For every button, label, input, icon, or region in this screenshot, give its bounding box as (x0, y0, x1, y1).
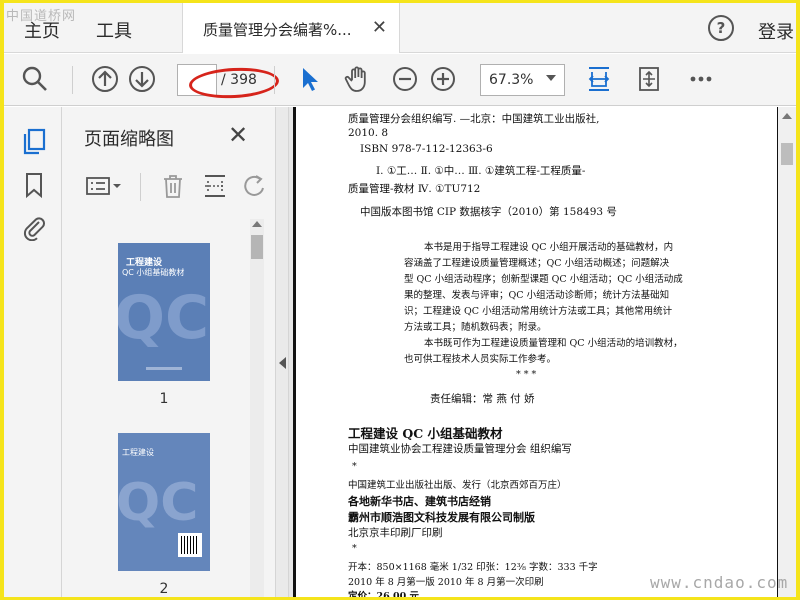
page-line: 质量管理-教材 Ⅳ. ①TU712 (348, 183, 481, 195)
back-cover-title: 工程建设 (122, 448, 154, 457)
toolbar-divider (72, 66, 73, 94)
page-line: 本书既可作为工程建设质量管理和 QC 小组活动的培训教材， (424, 338, 683, 349)
bookmark-icon[interactable] (20, 171, 48, 199)
close-panel-icon[interactable]: ✕ (228, 121, 248, 149)
search-icon[interactable] (20, 64, 50, 94)
cover-qc-graphic: QC (118, 283, 210, 353)
page-line: * (352, 461, 357, 472)
page-line: 型 QC 小组活动程序；创新型课题 QC 小组活动；QC 小组活动成 (404, 274, 683, 285)
page-line: 中国建筑工业出版社出版、发行（北京西郊百万庄） (348, 480, 567, 491)
more-options-icon[interactable] (686, 64, 716, 94)
page-line: 中国版本图书馆 CIP 数据核字（2010）第 158493 号 (360, 206, 617, 218)
page-line: 工程建设 QC 小组基础教材 (348, 426, 503, 441)
page-line: ISBN 978-7-112-12363-6 (360, 143, 493, 155)
page-line: 质量管理分会组织编写. —北京：中国建筑工业出版社, (348, 113, 600, 125)
page-line: 容涵盖了工程建设质量管理概述；QC 小组活动概述；问题解决 (404, 258, 670, 269)
page-line: * * * (516, 369, 537, 380)
zoom-dropdown[interactable]: 67.3% (480, 64, 565, 96)
login-button[interactable]: 登录 (758, 18, 794, 44)
delete-icon[interactable] (158, 171, 188, 201)
thumbnail-page-1[interactable]: 工程建设 QC 小组基础教材 QC 1 (118, 243, 210, 407)
panel-collapse-handle[interactable] (275, 107, 289, 597)
thumbnail-scrollbar[interactable] (250, 219, 264, 597)
toolbar-divider (274, 66, 275, 94)
cover-subtitle: QC 小组基础教材 (122, 268, 185, 277)
toolbar: / 398 67.3% (4, 54, 796, 106)
next-page-icon[interactable] (127, 64, 157, 94)
thumbnail-image: 工程建设 QC (118, 433, 210, 571)
panel-title: 页面缩略图 (84, 129, 174, 150)
scrollbar-thumb[interactable] (251, 235, 263, 259)
document-view: 质量管理分会组织编写. —北京：中国建筑工业出版社, 2010. 8 ISBN … (289, 107, 796, 597)
page-line: 识；工程建设 QC 小组活动常用统计方法或工具；其他常用统计 (404, 306, 673, 317)
page-thumbnails-icon[interactable] (20, 127, 48, 155)
help-icon[interactable]: ? (708, 15, 734, 41)
watermark-bottom: www.cndao.com (650, 573, 789, 592)
scroll-up-arrow[interactable] (782, 113, 792, 119)
page-line: 方法或工具；随机数码表；附录。 (404, 322, 547, 333)
page-line: 开本：850×1168 毫米 1/32 印张：12⅜ 字数：333 千字 (348, 562, 598, 573)
thumbnail-list: 工程建设 QC 小组基础教材 QC 1 工程建设 QC 2 (62, 219, 250, 597)
thumbnail-image: 工程建设 QC 小组基础教材 QC (118, 243, 210, 381)
page-line: 责任编辑：常 燕 付 娇 (430, 393, 535, 405)
zoom-in-icon[interactable] (428, 64, 458, 94)
tab-document[interactable]: 质量管理分会编著%... ✕ (182, 3, 400, 53)
cover-publisher-bar (146, 367, 182, 370)
fit-page-icon[interactable] (634, 64, 664, 94)
back-cover-qc-graphic: QC (118, 473, 199, 533)
collapse-arrow-icon[interactable] (279, 357, 286, 369)
panel-toolbar (62, 167, 275, 207)
rotate-icon[interactable] (240, 171, 270, 201)
scrollbar-thumb[interactable] (781, 143, 793, 165)
page-line: * (352, 543, 357, 554)
select-pointer-icon[interactable] (294, 64, 324, 94)
page-line: 也可供工程技术人员实际工作参考。 (404, 354, 557, 365)
previous-page-icon[interactable] (90, 64, 120, 94)
page-line: 各地新华书店、建筑书店经销 (348, 495, 491, 508)
chevron-down-icon (546, 75, 556, 81)
barcode-icon (178, 533, 202, 557)
thumbnail-label: 1 (159, 391, 169, 407)
watermark-top: 中国道桥网 (6, 9, 77, 24)
page-line: 2010. 8 (348, 127, 389, 139)
zoom-value: 67.3% (489, 72, 534, 88)
page-line: 定价：26.00 元 (348, 591, 420, 597)
attachment-icon[interactable] (20, 213, 48, 242)
panel-divider-line (140, 173, 141, 201)
page-line: 果的整理、发表与评审；QC 小组活动诊断师；统计方法基础知 (404, 290, 670, 301)
page-line: 本书是用于指导工程建设 QC 小组开展活动的基础教材，内 (424, 242, 674, 253)
thumbnail-label: 2 (159, 581, 169, 597)
close-tab-icon[interactable]: ✕ (372, 17, 387, 38)
page-line: 2010 年 8 月第一版 2010 年 8 月第一次印刷 (348, 577, 544, 588)
page-line: 中国建筑业协会工程建设质量管理分会 组织编写 (348, 443, 572, 455)
tab-tools[interactable]: 工具 (96, 17, 132, 43)
tab-bar: 主页 工具 质量管理分会编著%... ✕ ? 登录 (4, 3, 796, 53)
thumbnail-page-2[interactable]: 工程建设 QC 2 (118, 433, 210, 597)
left-rail (4, 107, 62, 597)
page-line: Ⅰ. ①工… Ⅱ. ①中… Ⅲ. ①建筑工程-工程质量- (376, 165, 586, 177)
thumbnail-options-icon[interactable] (84, 171, 126, 201)
page-line: 霸州市顺浩图文科技发展有限公司制版 (348, 511, 535, 524)
document-tab-title: 质量管理分会编著%... (203, 21, 352, 39)
zoom-out-icon[interactable] (390, 64, 420, 94)
app-window: 中国道桥网 主页 工具 质量管理分会编著%... ✕ ? 登录 / 398 67… (4, 3, 796, 597)
page-line: 北京京丰印刷厂印刷 (348, 527, 443, 539)
document-page: 质量管理分会组织编写. —北京：中国建筑工业出版社, 2010. 8 ISBN … (293, 107, 781, 597)
document-scrollbar[interactable] (778, 107, 796, 597)
scroll-up-arrow[interactable] (252, 221, 262, 227)
fit-width-icon[interactable] (584, 64, 614, 94)
hand-tool-icon[interactable] (342, 64, 372, 94)
thumbnails-panel: 页面缩略图 ✕ 工程建设 QC 小组基础教材 QC 1 工程建设 QC 2 (62, 107, 275, 597)
extract-pages-icon[interactable] (200, 171, 230, 201)
